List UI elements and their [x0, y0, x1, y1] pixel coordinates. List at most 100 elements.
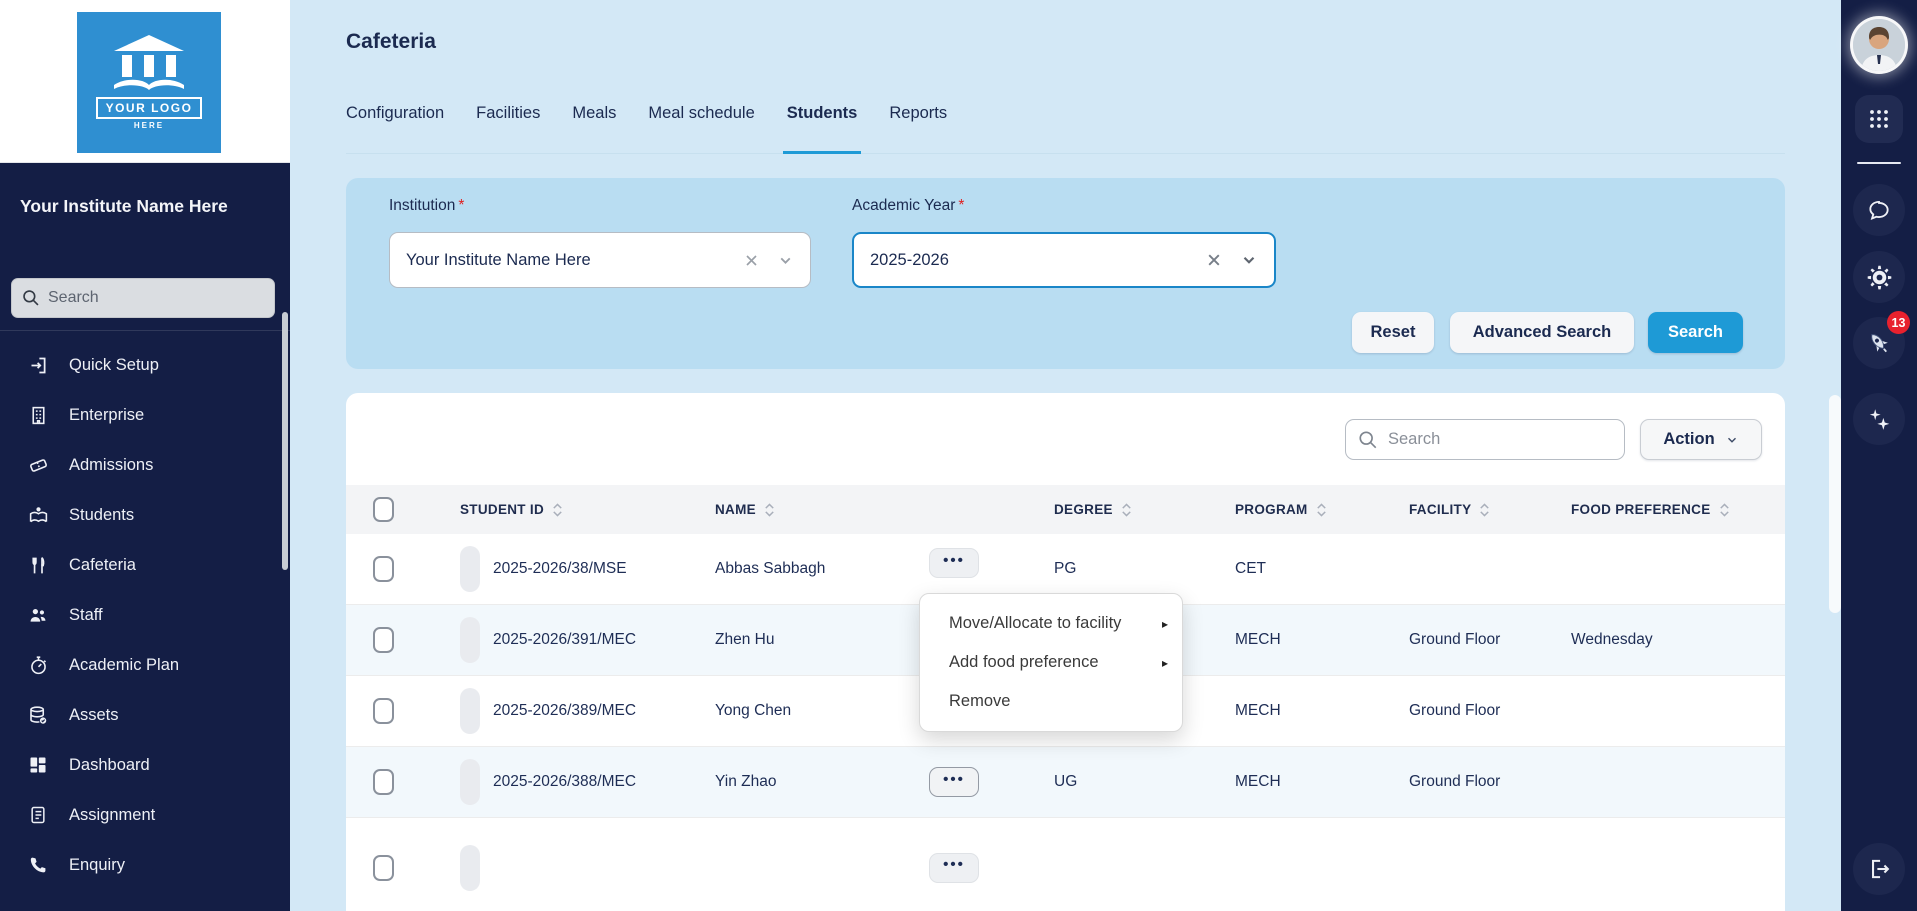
- table-header-row: STUDENT ID NAME DEGREE PROGRAM FACILITY …: [346, 485, 1785, 534]
- settings-button[interactable]: [1853, 251, 1905, 303]
- sidebar-item-label: Quick Setup: [69, 356, 159, 375]
- column-header-facility[interactable]: FACILITY: [1409, 502, 1571, 518]
- submenu-arrow-icon: ▸: [1162, 617, 1168, 631]
- column-header-student-id[interactable]: STUDENT ID: [460, 502, 715, 518]
- program-cell: CET: [1235, 560, 1409, 578]
- row-checkbox[interactable]: [373, 855, 394, 881]
- sidebar-item-quick-setup[interactable]: Quick Setup: [0, 340, 282, 390]
- tab-configuration[interactable]: Configuration: [346, 104, 444, 153]
- building-icon: [27, 404, 49, 426]
- table-search[interactable]: [1345, 419, 1625, 460]
- menu-item-remove[interactable]: Remove: [920, 682, 1182, 721]
- user-avatar[interactable]: [1853, 19, 1905, 71]
- facility-cell: Ground Floor: [1409, 702, 1571, 720]
- sidebar-item-admissions[interactable]: Admissions: [0, 440, 282, 490]
- tab-meals[interactable]: Meals: [572, 104, 616, 153]
- apps-grid-button[interactable]: [1855, 95, 1903, 143]
- rail-divider: [1857, 162, 1901, 164]
- chevron-down-icon[interactable]: [1240, 251, 1258, 269]
- table-search-input[interactable]: [1388, 430, 1578, 449]
- stopwatch-icon: [27, 654, 49, 676]
- column-header-degree[interactable]: DEGREE: [1054, 502, 1235, 518]
- avatar-placeholder: [460, 546, 480, 592]
- column-header-food-preference[interactable]: FOOD PREFERENCE: [1571, 502, 1785, 518]
- row-checkbox[interactable]: [373, 627, 394, 653]
- row-checkbox[interactable]: [373, 698, 394, 724]
- sidebar-item-label: Dashboard: [69, 756, 150, 775]
- row-actions-button[interactable]: •••: [929, 853, 979, 883]
- page-title: Cafeteria: [346, 30, 436, 54]
- ai-assist-button[interactable]: [1853, 393, 1905, 445]
- sort-icon[interactable]: [1315, 502, 1328, 518]
- sort-icon[interactable]: [1120, 502, 1133, 518]
- student-name: Abbas Sabbagh: [715, 560, 929, 578]
- sidebar-item-students[interactable]: Students: [0, 490, 282, 540]
- page-scrollbar[interactable]: [1829, 395, 1841, 613]
- apps-grid-icon: [1867, 107, 1891, 131]
- avatar-placeholder: [460, 617, 480, 663]
- sort-icon[interactable]: [551, 502, 564, 518]
- sidebar-item-cafeteria[interactable]: Cafeteria: [0, 540, 282, 590]
- column-header-program[interactable]: PROGRAM: [1235, 502, 1409, 518]
- sidebar-item-dashboard[interactable]: Dashboard: [0, 740, 282, 790]
- menu-item-add-food-preference[interactable]: Add food preference ▸: [920, 643, 1182, 682]
- sort-icon[interactable]: [1718, 502, 1731, 518]
- row-actions-button[interactable]: •••: [929, 767, 979, 797]
- logo-panel: YOUR LOGO HERE: [0, 0, 290, 163]
- reset-button[interactable]: Reset: [1352, 312, 1434, 353]
- program-cell: MECH: [1235, 631, 1409, 649]
- sort-icon[interactable]: [763, 502, 776, 518]
- food-preference-cell: Wednesday: [1571, 631, 1785, 649]
- sidebar-scrollbar[interactable]: [282, 312, 288, 570]
- institution-select[interactable]: Your Institute Name Here: [389, 232, 811, 288]
- sidebar-item-staff[interactable]: Staff: [0, 590, 282, 640]
- facility-cell: Ground Floor: [1409, 631, 1571, 649]
- facility-cell: Ground Floor: [1409, 773, 1571, 791]
- row-checkbox[interactable]: [373, 556, 394, 582]
- bank-building-icon: [106, 35, 192, 93]
- logout-button[interactable]: [1853, 843, 1905, 895]
- notification-badge: 13: [1887, 311, 1910, 334]
- tab-reports[interactable]: Reports: [889, 104, 947, 153]
- required-asterisk: *: [458, 197, 464, 214]
- chat-button[interactable]: [1853, 184, 1905, 236]
- sidebar-item-label: Students: [69, 506, 134, 525]
- clear-icon[interactable]: [1206, 252, 1222, 268]
- column-header-name[interactable]: NAME: [715, 502, 929, 518]
- academic-year-label: Academic Year*: [852, 197, 964, 215]
- whats-new-button[interactable]: 13: [1853, 317, 1905, 369]
- tab-facilities[interactable]: Facilities: [476, 104, 540, 153]
- sidebar-item-enterprise[interactable]: Enterprise: [0, 390, 282, 440]
- sidebar-item-label: Academic Plan: [69, 656, 179, 675]
- row-checkbox[interactable]: [373, 769, 394, 795]
- student-name: Zhen Hu: [715, 631, 929, 649]
- sidebar-search[interactable]: [11, 278, 275, 318]
- institute-logo: YOUR LOGO HERE: [77, 12, 221, 153]
- database-check-icon: [27, 704, 49, 726]
- sidebar-item-assignment[interactable]: Assignment: [0, 790, 282, 840]
- chat-bubble-icon: [1866, 197, 1892, 223]
- action-button[interactable]: Action: [1640, 419, 1762, 460]
- tab-students[interactable]: Students: [787, 104, 858, 153]
- student-reading-icon: [27, 504, 49, 526]
- chevron-down-icon[interactable]: [777, 252, 794, 269]
- academic-year-select[interactable]: 2025-2026: [852, 232, 1276, 288]
- sort-icon[interactable]: [1478, 502, 1491, 518]
- clear-icon[interactable]: [744, 253, 759, 268]
- sidebar-search-input[interactable]: [48, 289, 248, 307]
- select-all-checkbox[interactable]: [373, 497, 394, 522]
- sparkles-icon: [1866, 406, 1892, 432]
- search-button[interactable]: Search: [1648, 312, 1743, 353]
- sidebar-nav: Quick Setup Enterprise Admissions Studen…: [0, 340, 282, 890]
- search-icon: [1358, 430, 1378, 450]
- phone-icon: [27, 854, 49, 876]
- menu-item-move-allocate[interactable]: Move/Allocate to facility ▸: [920, 604, 1182, 643]
- advanced-search-button[interactable]: Advanced Search: [1450, 312, 1634, 353]
- degree-cell: UG: [1054, 773, 1235, 791]
- logo-text-2: HERE: [134, 121, 164, 130]
- row-actions-button[interactable]: •••: [929, 548, 979, 578]
- sidebar-item-enquiry[interactable]: Enquiry: [0, 840, 282, 890]
- sidebar-item-academic-plan[interactable]: Academic Plan: [0, 640, 282, 690]
- tab-meal-schedule[interactable]: Meal schedule: [648, 104, 754, 153]
- sidebar-item-assets[interactable]: Assets: [0, 690, 282, 740]
